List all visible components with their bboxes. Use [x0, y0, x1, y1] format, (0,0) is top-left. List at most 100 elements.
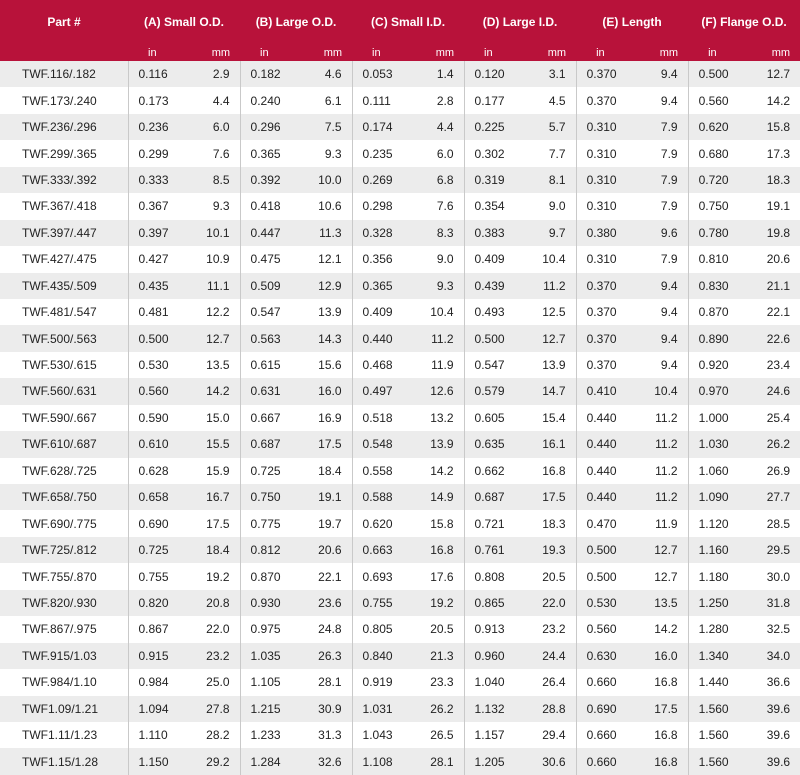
length-mm-cell: 10.4 — [632, 378, 689, 405]
large-id-mm-cell: 9.7 — [520, 219, 577, 247]
table-row: TWF.725/.812 0.725 18.4 0.812 20.6 0.663 16.8 0… — [0, 536, 800, 564]
table-row: TWF1.09/1.21 1.094 27.8 1.215 30.9 1.031 26.2 1… — [0, 695, 800, 722]
large-id-mm-cell: 12.7 — [520, 325, 577, 352]
large-id-mm-cell: 29.4 — [520, 721, 577, 749]
small-id-mm-cell: 6.8 — [408, 166, 465, 194]
flange-od-in-cell: 1.560 — [687, 748, 745, 775]
large-id-in-cell: 0.960 — [463, 642, 521, 670]
small-od-mm-cell: 12.7 — [184, 325, 241, 352]
small-id-mm-cell: 23.3 — [408, 669, 465, 696]
large-od-in-cell: 0.631 — [239, 378, 297, 405]
large-id-mm-cell: 7.7 — [520, 140, 577, 167]
small-id-mm-cell: 13.2 — [408, 404, 465, 432]
length-header: (E) Length — [576, 0, 689, 44]
length-in-cell: 0.310 — [575, 113, 633, 141]
part-number-cell: TWF1.09/1.21 — [0, 695, 128, 722]
large-id-mm-cell: 30.6 — [520, 748, 577, 775]
table-row: TWF.299/.365 0.299 7.6 0.365 9.3 0.235 6.0 0.30… — [0, 140, 800, 167]
table-row: TWF.500/.563 0.500 12.7 0.563 14.3 0.440 11.2 0… — [0, 325, 800, 352]
large-id-mm-cell: 28.8 — [520, 695, 577, 722]
table-row: TWF.628/.725 0.628 15.9 0.725 18.4 0.558 14.2 0… — [0, 457, 800, 484]
flange-od-in-cell: 0.810 — [687, 246, 745, 273]
large-id-mm-cell: 22.0 — [520, 589, 577, 617]
large-id-mm-cell: 13.9 — [520, 351, 577, 379]
length-mm-cell: 7.9 — [632, 113, 689, 141]
small-od-in-cell: 0.590 — [127, 404, 184, 432]
large-id-in-cell: 0.225 — [463, 113, 521, 141]
small-od-in-cell: 0.725 — [127, 536, 184, 564]
small-id-in-cell: 0.620 — [351, 510, 409, 537]
length-mm-cell: 11.2 — [632, 431, 689, 458]
small-od-mm-cell: 20.8 — [184, 589, 241, 617]
large-id-mm-cell: 18.3 — [520, 510, 577, 537]
large-id-mm-cell: 10.4 — [520, 246, 577, 273]
flange-od-in-cell: 0.870 — [687, 298, 745, 326]
large-id-in-cell: 0.547 — [463, 351, 521, 379]
small-id-mm-cell: 26.2 — [408, 695, 465, 722]
large-od-mm-cell: 10.0 — [296, 166, 353, 194]
length-in-cell: 0.470 — [575, 510, 633, 537]
large-od-in-cell: 1.035 — [239, 642, 297, 670]
flange-od-mm-cell: 18.3 — [744, 166, 800, 194]
flange-od-mm-cell: 20.6 — [744, 246, 800, 273]
flange-od-mm-cell: 34.0 — [744, 642, 800, 670]
small-od-in-cell: 0.435 — [127, 272, 184, 299]
large-od-in-cell: 0.563 — [239, 325, 297, 352]
flange-od-in-cell: 0.560 — [687, 87, 745, 114]
small-od-mm-cell: 18.4 — [184, 536, 241, 564]
length-in-cell: 0.660 — [575, 748, 633, 775]
flange-od-mm-cell: 27.7 — [744, 484, 800, 511]
small-od-mm-cell: 9.3 — [184, 193, 241, 220]
unit-in: in — [240, 44, 297, 61]
large-id-in-cell: 1.157 — [463, 721, 521, 749]
table-row: TWF.173/.240 0.173 4.4 0.240 6.1 0.111 2.8 0.17… — [0, 87, 800, 114]
part-number-cell: TWF.628/.725 — [0, 457, 128, 484]
large-id-mm-cell: 16.1 — [520, 431, 577, 458]
table-row: TWF.610/.687 0.610 15.5 0.687 17.5 0.548 13.9 0… — [0, 431, 800, 458]
length-in-cell: 0.310 — [575, 246, 633, 273]
large-id-in-cell: 0.120 — [463, 61, 521, 88]
flange-od-in-cell: 1.160 — [687, 536, 745, 564]
length-mm-cell: 7.9 — [632, 166, 689, 194]
unit-mm: mm — [744, 44, 800, 61]
part-number-cell: TWF.481/.547 — [0, 298, 128, 326]
small-id-header: (C) Small I.D. — [352, 0, 465, 44]
length-in-cell: 0.410 — [575, 378, 633, 405]
flange-od-in-cell: 1.440 — [687, 669, 745, 696]
large-id-mm-cell: 15.4 — [520, 404, 577, 432]
length-mm-cell: 13.5 — [632, 589, 689, 617]
table-row: TWF1.11/1.23 1.110 28.2 1.233 31.3 1.043 26.5 1… — [0, 721, 800, 749]
small-od-in-cell: 0.915 — [127, 642, 184, 670]
large-od-in-cell: 1.284 — [239, 748, 297, 775]
large-od-mm-cell: 22.1 — [296, 563, 353, 590]
part-number-cell: TWF.236/.296 — [0, 113, 128, 141]
large-id-in-cell: 0.761 — [463, 536, 521, 564]
small-id-mm-cell: 2.8 — [408, 87, 465, 114]
large-id-in-cell: 0.662 — [463, 457, 521, 484]
large-id-in-cell: 0.493 — [463, 298, 521, 326]
unit-mm: mm — [408, 44, 465, 61]
large-od-in-cell: 0.615 — [239, 351, 297, 379]
small-id-mm-cell: 8.3 — [408, 219, 465, 247]
large-od-mm-cell: 24.8 — [296, 616, 353, 643]
small-id-in-cell: 1.108 — [351, 748, 409, 775]
small-od-in-cell: 0.755 — [127, 563, 184, 590]
large-id-mm-cell: 24.4 — [520, 642, 577, 670]
small-od-in-cell: 1.110 — [127, 721, 184, 749]
small-od-mm-cell: 14.2 — [184, 378, 241, 405]
unit-in: in — [464, 44, 521, 61]
small-od-in-cell: 0.690 — [127, 510, 184, 537]
large-od-in-cell: 0.296 — [239, 113, 297, 141]
part-number-cell: TWF.367/.418 — [0, 193, 128, 220]
length-mm-cell: 14.2 — [632, 616, 689, 643]
flange-od-mm-cell: 24.6 — [744, 378, 800, 405]
flange-od-mm-cell: 30.0 — [744, 563, 800, 590]
large-od-mm-cell: 10.6 — [296, 193, 353, 220]
part-number-cell: TWF.820/.930 — [0, 589, 128, 617]
part-number-cell: TWF.299/.365 — [0, 140, 128, 167]
part-number-cell: TWF.333/.392 — [0, 166, 128, 194]
length-mm-cell: 9.4 — [632, 298, 689, 326]
small-id-mm-cell: 21.3 — [408, 642, 465, 670]
small-id-in-cell: 0.497 — [351, 378, 409, 405]
flange-od-mm-cell: 22.1 — [744, 298, 800, 326]
